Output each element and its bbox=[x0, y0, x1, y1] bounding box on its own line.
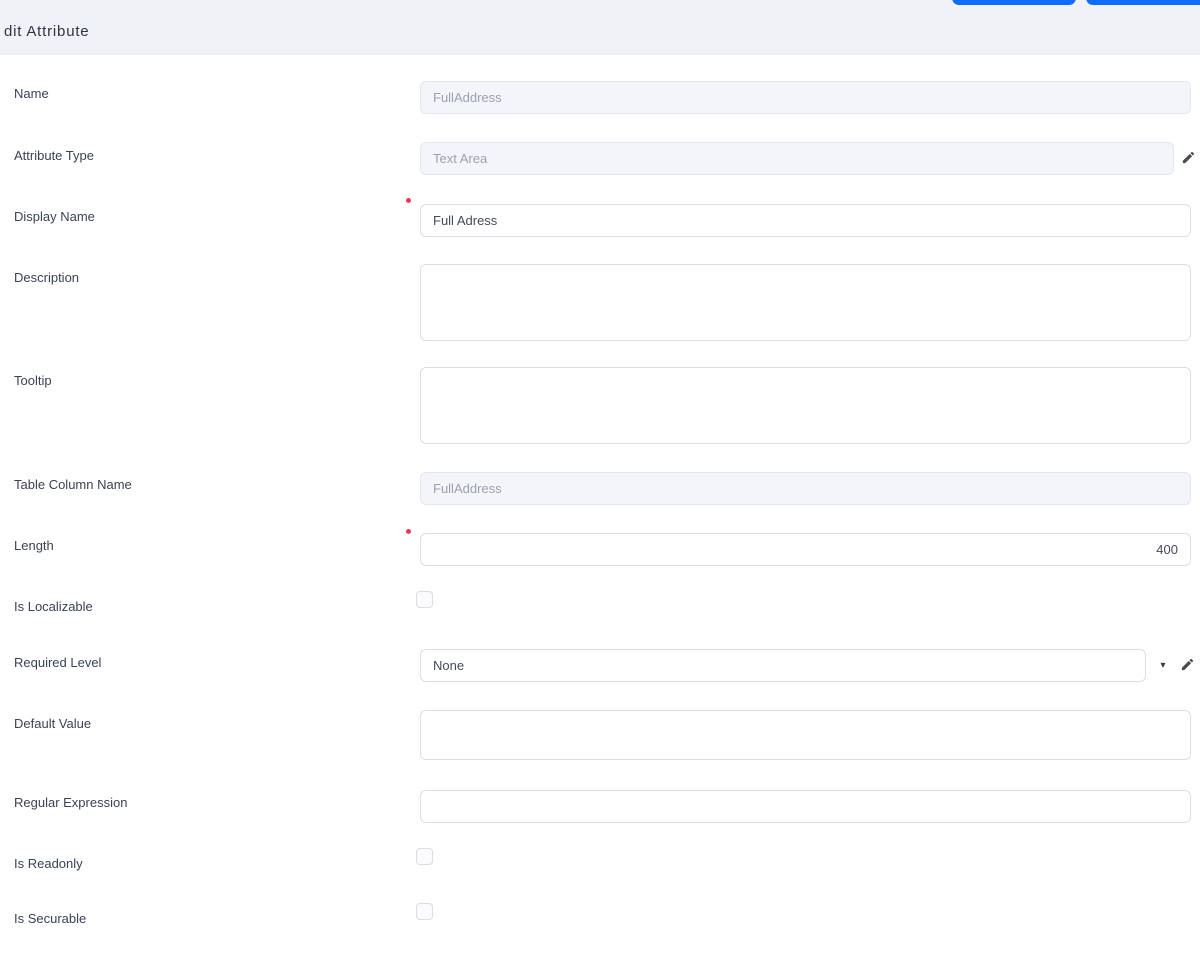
edit-attribute-page: dit Attribute Name Attribute Type Displa… bbox=[0, 0, 1200, 955]
description-label: Description bbox=[14, 270, 79, 286]
display-name-field[interactable] bbox=[420, 204, 1191, 237]
primary-action-button-2[interactable] bbox=[1086, 0, 1200, 5]
table-column-name-field[interactable] bbox=[420, 472, 1191, 505]
regular-expression-label: Regular Expression bbox=[14, 795, 127, 811]
length-field[interactable] bbox=[420, 533, 1191, 566]
attribute-type-label: Attribute Type bbox=[14, 148, 94, 164]
is-localizable-label: Is Localizable bbox=[14, 599, 93, 615]
default-value-field[interactable] bbox=[420, 710, 1191, 760]
tooltip-label: Tooltip bbox=[14, 373, 52, 389]
is-securable-checkbox[interactable] bbox=[416, 903, 433, 920]
length-label: Length bbox=[14, 538, 54, 554]
regular-expression-field[interactable] bbox=[420, 790, 1191, 823]
display-name-label: Display Name bbox=[14, 209, 95, 225]
required-level-label: Required Level bbox=[14, 655, 101, 671]
is-readonly-checkbox[interactable] bbox=[416, 848, 433, 865]
attribute-type-edit-pencil-icon[interactable] bbox=[1181, 150, 1196, 165]
is-readonly-label: Is Readonly bbox=[14, 856, 83, 872]
attribute-type-field[interactable] bbox=[420, 142, 1174, 175]
table-column-name-label: Table Column Name bbox=[14, 477, 132, 493]
display-name-required-dot bbox=[406, 198, 411, 203]
name-field[interactable] bbox=[420, 81, 1191, 114]
required-level-select[interactable]: None bbox=[420, 649, 1146, 682]
default-value-label: Default Value bbox=[14, 716, 91, 732]
primary-action-button-1[interactable] bbox=[952, 0, 1076, 5]
tooltip-field[interactable] bbox=[420, 367, 1191, 444]
required-level-caret-down-icon[interactable]: ▾ bbox=[1156, 659, 1170, 673]
description-field[interactable] bbox=[420, 264, 1191, 341]
page-title: dit Attribute bbox=[4, 23, 89, 40]
is-securable-label: Is Securable bbox=[14, 911, 86, 927]
required-level-edit-pencil-icon[interactable] bbox=[1180, 657, 1195, 672]
required-level-value: None bbox=[433, 658, 464, 673]
page-header: dit Attribute bbox=[0, 0, 1200, 55]
length-required-dot bbox=[406, 529, 411, 534]
name-label: Name bbox=[14, 86, 49, 102]
is-localizable-checkbox[interactable] bbox=[416, 591, 433, 608]
